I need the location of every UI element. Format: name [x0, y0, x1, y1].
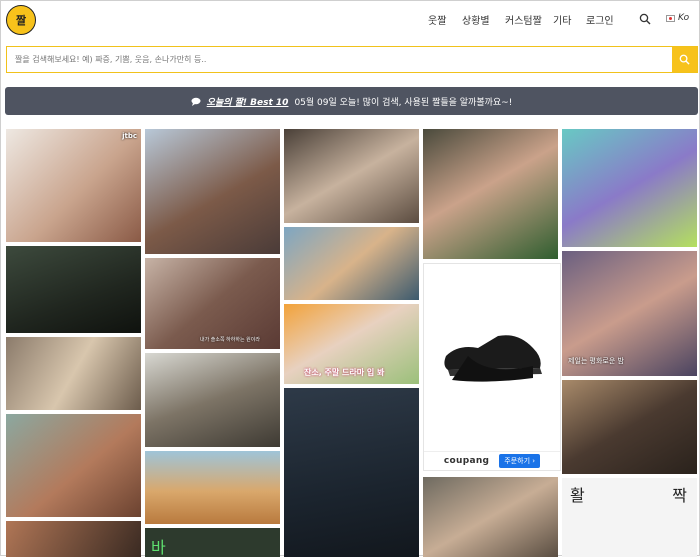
- gif-tile[interactable]: [562, 380, 697, 474]
- coupang-brand: coupang: [443, 456, 490, 466]
- subtitle-caption: 내가 솔소쪽 하하하는 원이라: [200, 337, 260, 343]
- language-selector[interactable]: Ko: [666, 13, 689, 23]
- site-logo[interactable]: 짤: [6, 5, 36, 35]
- ad-footer: coupang 주문하기 ›: [424, 451, 560, 470]
- nav-login[interactable]: 로그인: [586, 12, 614, 27]
- gif-tile[interactable]: 활 짝: [562, 478, 697, 557]
- sneaker-image: [444, 335, 542, 382]
- overlay-text: 활: [570, 486, 585, 505]
- gif-tile[interactable]: [284, 129, 419, 223]
- gif-tile[interactable]: [6, 337, 141, 410]
- top-header: 짤 웃짤 상황별 커스텀짤 기타 로그인 Ko: [1, 1, 699, 39]
- gif-tile[interactable]: 잔소, 주말 드라마 입 봐: [284, 304, 419, 384]
- nav-funny[interactable]: 웃짤: [428, 12, 446, 27]
- gif-tile[interactable]: [6, 414, 141, 517]
- gif-tile[interactable]: [6, 246, 141, 333]
- search-input[interactable]: [7, 47, 688, 72]
- overlay-text: 짝: [672, 486, 687, 505]
- banner-text: 05월 09일 오늘! 많이 검색, 사용된 짤들을 알까볼까요~!: [294, 97, 513, 108]
- gif-tile[interactable]: [423, 477, 558, 557]
- gif-tile[interactable]: [284, 227, 419, 300]
- search-icon[interactable]: [639, 13, 651, 25]
- best-banner[interactable]: 오늘의 짤! Best 10 05월 09일 오늘! 많이 검색, 사용된 짤들…: [5, 87, 698, 115]
- coupang-ad[interactable]: coupang 주문하기 ›: [423, 263, 561, 471]
- nav-etc[interactable]: 기타: [553, 12, 571, 27]
- search-icon: [679, 54, 690, 65]
- gif-tile[interactable]: [145, 353, 280, 447]
- buy-button[interactable]: 주문하기 ›: [499, 454, 541, 468]
- chat-bubble-icon: [191, 97, 201, 106]
- overlay-text: 바: [151, 538, 166, 557]
- search-button[interactable]: [672, 47, 697, 72]
- nav-situation[interactable]: 상황별: [462, 12, 490, 27]
- gif-tile[interactable]: 내가 솔소쪽 하하하는 원이라: [145, 258, 280, 349]
- broadcaster-badge: jtbc: [122, 132, 137, 140]
- show-caption: 잔소, 주말 드라마 입 봐: [304, 368, 385, 377]
- search-bar: [6, 46, 698, 73]
- best-link[interactable]: 오늘의 짤! Best 10: [207, 95, 289, 108]
- subtitle-caption: 제일는 평화로운 밤: [568, 357, 624, 365]
- gif-tile[interactable]: [145, 451, 280, 524]
- gif-tile[interactable]: [284, 388, 419, 557]
- gif-tile[interactable]: [423, 129, 558, 259]
- gif-tile[interactable]: [562, 129, 697, 247]
- gif-tile[interactable]: 제일는 평화로운 밤: [562, 251, 697, 376]
- gif-tile[interactable]: jtbc: [6, 129, 141, 242]
- language-label: Ko: [678, 13, 690, 23]
- nav-custom[interactable]: 커스텀짤: [505, 12, 542, 27]
- korea-flag-icon: [666, 14, 675, 22]
- gif-tile[interactable]: 바: [145, 528, 280, 557]
- gif-tile[interactable]: [6, 521, 141, 557]
- gif-tile[interactable]: [145, 129, 280, 254]
